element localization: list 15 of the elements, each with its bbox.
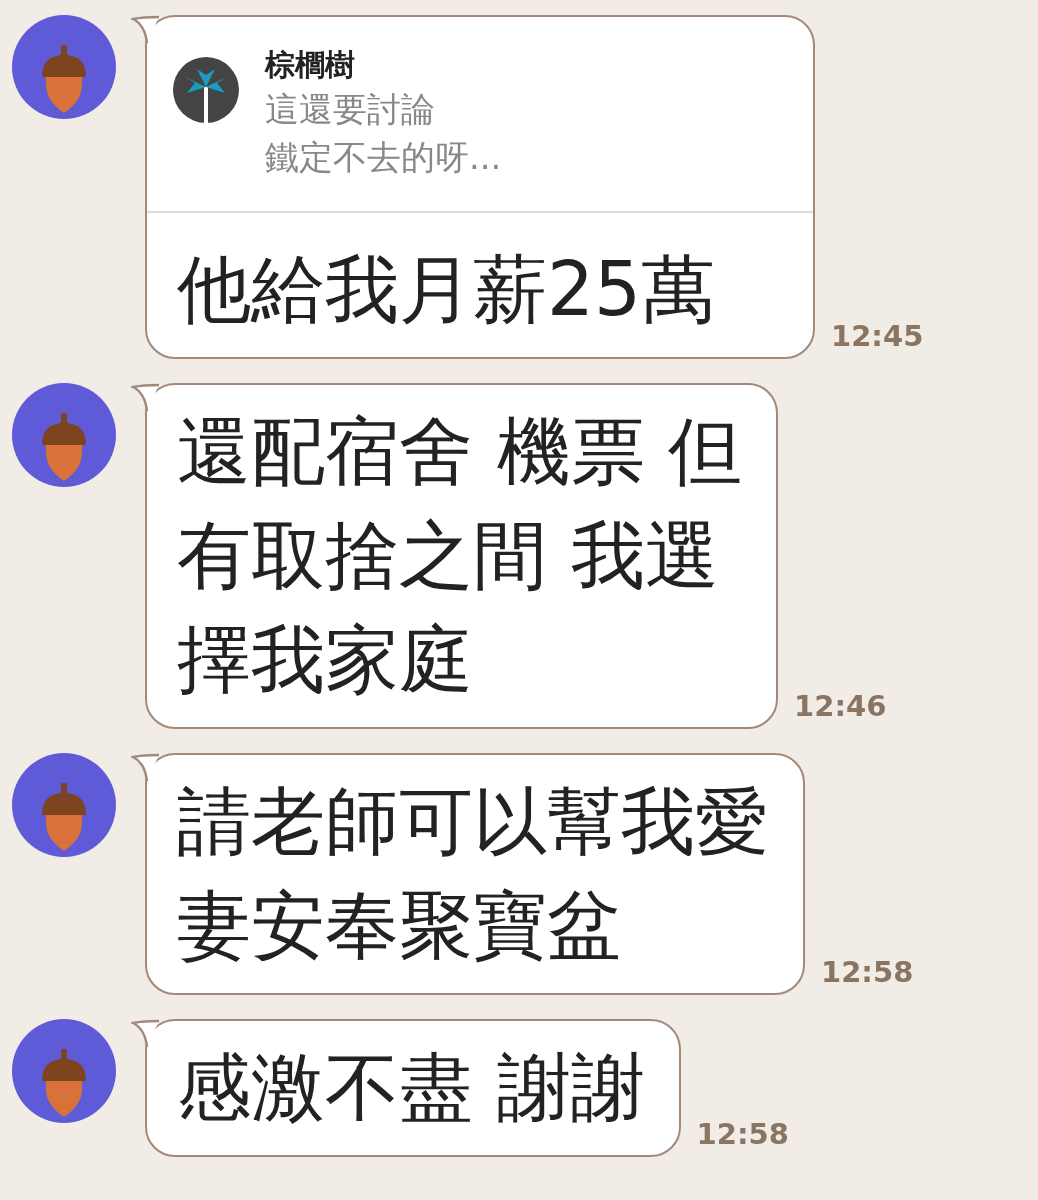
message-text: 妻安奉聚寶盆 xyxy=(177,881,622,970)
message-text: 他給我月薪25萬 xyxy=(177,245,717,334)
message-text: 擇我家庭 xyxy=(177,615,474,704)
timestamp: 12:45 xyxy=(831,319,924,353)
message-text: 有取捨之間 我選 xyxy=(177,511,720,600)
timestamp: 12:58 xyxy=(821,955,914,989)
message-text: 還配宿舍 機票 但 xyxy=(177,407,743,496)
timestamp: 12:58 xyxy=(696,1117,789,1151)
message-text: 請老師可以幫我愛 xyxy=(177,777,769,866)
timestamp: 12:46 xyxy=(794,689,887,723)
quoted-text: 這還要討論 xyxy=(265,88,436,131)
message-text: 感激不盡 謝謝 xyxy=(177,1043,645,1132)
quoted-sender: 棕櫚樹 xyxy=(265,46,356,84)
quoted-text: 鐵定不去的呀... xyxy=(265,136,502,179)
palm-tree-icon xyxy=(173,57,239,123)
